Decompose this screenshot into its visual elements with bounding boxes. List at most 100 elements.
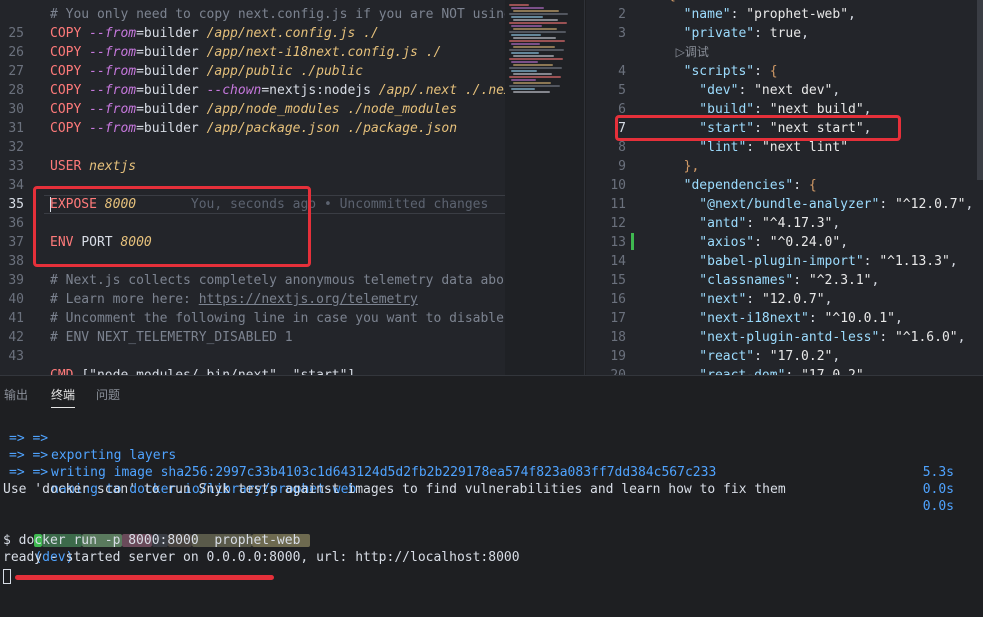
- code-text: # Learn more here: https://nextjs.org/te…: [50, 290, 418, 309]
- code-line[interactable]: 4 "scripts": {: [586, 62, 983, 81]
- code-line[interactable]: 20 "react-dom": "17.0.2": [586, 366, 983, 375]
- editor-minimap[interactable]: [505, 0, 585, 375]
- code-line[interactable]: 42 # ENV NEXT_TELEMETRY_DISABLED 1: [0, 328, 505, 347]
- code-line[interactable]: 27 COPY --from=builder /app/public ./publ…: [0, 62, 505, 81]
- code-token: nextjs: [89, 159, 137, 174]
- tab-problems[interactable]: 问题: [96, 386, 120, 403]
- code-line[interactable]: 26 COPY --from=builder /app/next-i18next.…: [0, 43, 505, 62]
- panel-tabs: 输出 终端 问题: [0, 376, 983, 410]
- code-token: "axios": [668, 235, 755, 250]
- code-text: "next-plugin-antd-less": "^1.6.0",: [668, 328, 965, 347]
- code-line[interactable]: 28 COPY --from=builder --chown=nextjs:nod…: [0, 81, 505, 100]
- code-line[interactable]: 13 "axios": "^0.24.0",: [586, 233, 983, 252]
- code-text: COPY --from=builder --chown=nextjs:nodej…: [50, 81, 505, 100]
- code-text: "dev": "next dev",: [668, 81, 840, 100]
- line-number: 16: [610, 292, 626, 307]
- code-text: USER nextjs: [50, 157, 136, 176]
- code-token: # Uncomment the following line in case y…: [50, 311, 504, 326]
- code-token: "next-plugin-antd-less": [668, 330, 880, 345]
- code-token: --from: [89, 64, 137, 79]
- code-line[interactable]: 10 "dependencies": {: [586, 176, 983, 195]
- build-step-time: 5.3s: [922, 465, 954, 480]
- tab-output[interactable]: 输出: [4, 386, 28, 403]
- minimap-line: [513, 91, 550, 93]
- package-json-editor[interactable]: {2 "name": "prophet-web",3 "private": tr…: [586, 0, 983, 375]
- code-line[interactable]: 41 # Uncomment the following line in case…: [0, 309, 505, 328]
- code-line[interactable]: CMD ["node_modules/.bin/next", "start"]: [0, 366, 505, 375]
- build-step-time: 0.0s: [922, 499, 954, 514]
- code-line[interactable]: 3 "private": true,: [586, 24, 983, 43]
- code-token: "^10.0.1": [824, 311, 895, 326]
- code-line[interactable]: 19 "react": "17.0.2",: [586, 347, 983, 366]
- code-token: =builder: [136, 26, 207, 41]
- code-token: },: [668, 159, 700, 174]
- code-line[interactable]: 14 "babel-plugin-import": "^1.13.3",: [586, 252, 983, 271]
- code-line[interactable]: 32: [0, 138, 505, 157]
- line-number: 13: [610, 235, 626, 250]
- line-number: 18: [610, 330, 626, 345]
- code-line[interactable]: 43: [0, 347, 505, 366]
- minimap-line: [511, 25, 542, 27]
- code-text: COPY --from=builder /app/next-i18next.co…: [50, 43, 441, 62]
- code-token: ,: [895, 311, 903, 326]
- code-line[interactable]: 15 "classnames": "^2.3.1",: [586, 271, 983, 290]
- code-token: true: [769, 26, 802, 41]
- code-line[interactable]: 25 COPY --from=builder /app/next.config.j…: [0, 24, 505, 43]
- code-line[interactable]: # You only need to copy next.config.js i…: [0, 5, 505, 24]
- code-line[interactable]: 17 "next-i18next": "^10.0.1",: [586, 309, 983, 328]
- code-line[interactable]: 40 # Learn more here: https://nextjs.org/…: [0, 290, 505, 309]
- code-token: --from: [89, 83, 137, 98]
- code-line[interactable]: 5 "dev": "next dev",: [586, 81, 983, 100]
- code-line[interactable]: 39 # Next.js collects completely anonymou…: [0, 271, 505, 290]
- terminal-cursor: [3, 569, 11, 584]
- minimap-line: [511, 52, 539, 54]
- code-line[interactable]: 11 "@next/bundle-analyzer": "^12.0.7",: [586, 195, 983, 214]
- code-token: {: [769, 64, 778, 79]
- line-number: 4: [618, 64, 626, 79]
- code-line[interactable]: 31 COPY --from=builder /app/package.json …: [0, 119, 505, 138]
- code-text: COPY --from=builder /app/package.json ./…: [50, 119, 457, 138]
- code-token: "^2.3.1": [808, 273, 872, 288]
- code-line[interactable]: 18 "next-plugin-antd-less": "^1.6.0",: [586, 328, 983, 347]
- code-token: --from: [89, 26, 137, 41]
- code-token: :: [746, 216, 762, 231]
- code-line[interactable]: 2 "name": "prophet-web",: [586, 5, 983, 24]
- code-token: :: [754, 26, 770, 41]
- code-line[interactable]: 16 "next": "12.0.7",: [586, 290, 983, 309]
- code-text: # ENV NEXT_TELEMETRY_DISABLED 1: [50, 328, 293, 347]
- terminal-line: => => exporting layers 5.3s: [0, 413, 983, 480]
- code-line[interactable]: 9 },: [586, 157, 983, 176]
- minimap-line: [513, 37, 556, 39]
- tab-terminal[interactable]: 终端: [51, 386, 76, 408]
- code-line[interactable]: ▷调试: [586, 43, 983, 62]
- code-token: --from: [89, 121, 137, 136]
- code-token: "antd": [668, 216, 747, 231]
- dockerfile-editor[interactable]: # You only need to copy next.config.js i…: [0, 0, 505, 375]
- code-line[interactable]: 33 USER nextjs: [0, 157, 505, 176]
- minimap-line: [509, 4, 529, 6]
- line-number: 39: [8, 273, 24, 288]
- minimap-line: [509, 13, 568, 15]
- code-token: "react-dom": [668, 368, 785, 375]
- code-text: COPY --from=builder /app/node_modules ./…: [50, 100, 457, 119]
- code-text: "next": "12.0.7",: [668, 290, 832, 309]
- code-text: "scripts": {: [668, 62, 778, 81]
- code-token: # Next.js collects completely anonymous …: [50, 273, 505, 288]
- code-token: "prophet-web": [746, 7, 849, 22]
- code-token: ,: [848, 7, 856, 22]
- code-token: :: [754, 64, 770, 79]
- code-token: :: [738, 83, 755, 98]
- code-token: ,: [832, 216, 841, 231]
- code-token: "17.0.2": [801, 368, 864, 375]
- minimap-line: [511, 43, 540, 45]
- code-token: /app/node_modules ./node_modules: [206, 102, 458, 117]
- code-token: :: [730, 7, 747, 22]
- code-line[interactable]: 12 "antd": "^4.17.3",: [586, 214, 983, 233]
- terminal-command: $ docker run -p 8000:8000 prophet-web: [3, 533, 301, 548]
- code-token: ,: [871, 273, 880, 288]
- editor-scrollbar[interactable]: [977, 0, 983, 180]
- code-token: --chown: [206, 83, 262, 98]
- code-token: # ENV NEXT_TELEMETRY_DISABLED 1: [50, 330, 293, 345]
- code-line[interactable]: 30 COPY --from=builder /app/node_modules …: [0, 100, 505, 119]
- terminal-line: => => naming to docker.io/library/prophe…: [0, 447, 983, 514]
